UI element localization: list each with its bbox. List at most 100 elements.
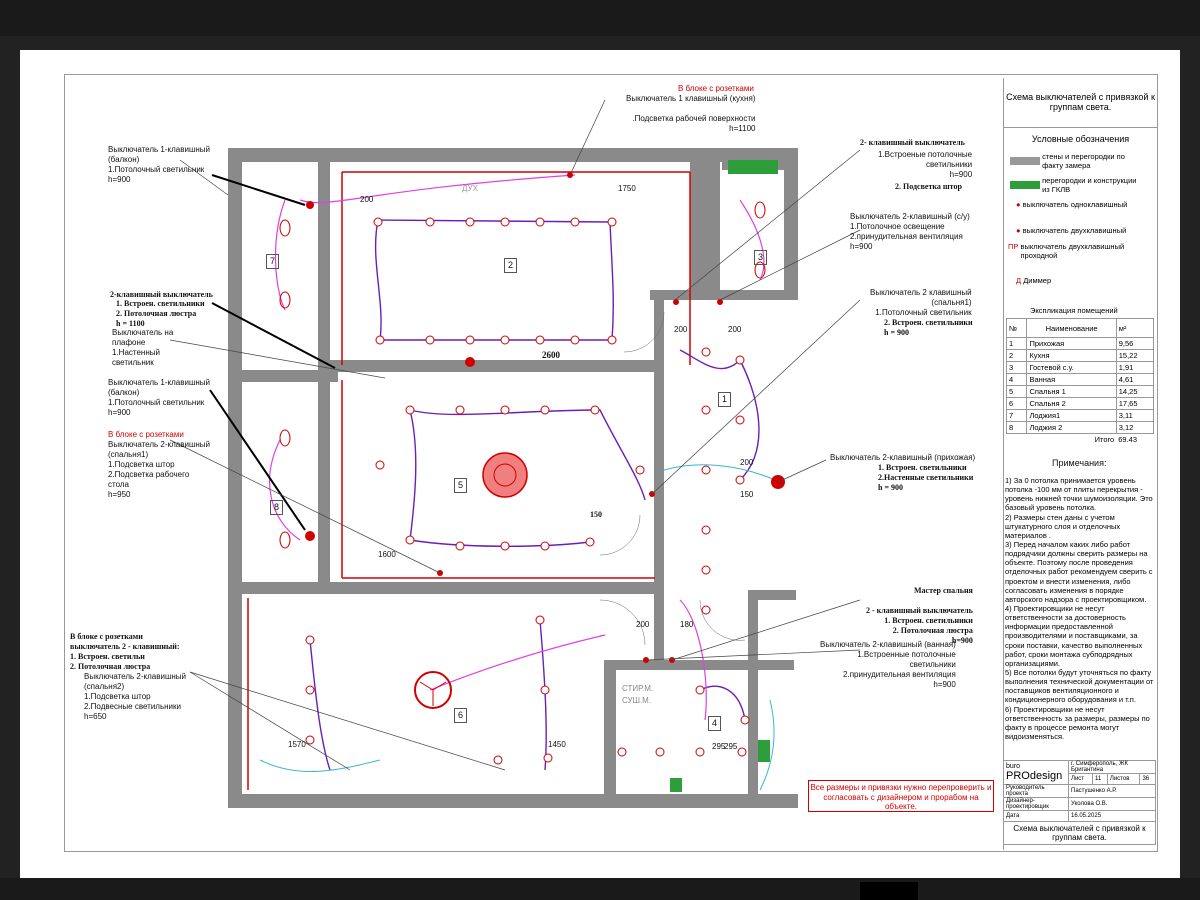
room-number-1: 1 bbox=[718, 392, 732, 408]
dim-1750: 1750 bbox=[618, 184, 636, 193]
two-key-switch-icon: ● bbox=[1016, 226, 1021, 235]
cell: 17,65 bbox=[1115, 397, 1155, 410]
su-switch-note: Выключатель 2-клавишный (с/у) 1.Потолочн… bbox=[850, 212, 970, 251]
dryer-label: СУШ.М. bbox=[622, 696, 652, 705]
gkl-swatch bbox=[1010, 181, 1040, 189]
legend-label: Диммер bbox=[1023, 276, 1052, 285]
sheet-title: Схема выключателей с привязкой к группам… bbox=[1004, 78, 1157, 128]
total-value: 69.43 bbox=[1118, 435, 1138, 444]
viewer-bottom-block bbox=[860, 882, 918, 900]
stamp-bottom-title: Схема выключателей с привязкой к группам… bbox=[1003, 821, 1156, 845]
washer-label: СТИР.М. bbox=[622, 684, 654, 693]
dim-200-su-a: 200 bbox=[674, 325, 688, 334]
note-item: 6) Проектировщики не несут ответственнос… bbox=[1005, 704, 1150, 741]
dim-180: 180 bbox=[680, 620, 694, 629]
table-row: 8 Лоджия 2 3,12 bbox=[1005, 421, 1155, 434]
note-item: 1) За 0 потолка принимается уровень пото… bbox=[1005, 476, 1153, 513]
note-item: 5) Все потолки будут уточняться по факту… bbox=[1005, 667, 1154, 705]
note-item: 3) Перед началом каких либо работ подряд… bbox=[1005, 539, 1153, 604]
cell: Прихожая bbox=[1026, 337, 1117, 350]
bed1-sockets-head: В блоке с розетками bbox=[108, 430, 184, 439]
room-table: № Наименование м² 1 Прихожая 9,56 2 Кухня 15… bbox=[1005, 318, 1155, 446]
cell: Спальня 2 bbox=[1026, 397, 1117, 410]
sheet-label: Лист bbox=[1068, 773, 1093, 785]
oven-label: ДУХ bbox=[462, 184, 478, 193]
two-key-switch-note: 1.Встроеные потолочные светильники h=900 bbox=[878, 150, 973, 179]
dim-295-b: 295 bbox=[724, 742, 738, 751]
cell: 6 bbox=[1005, 397, 1028, 410]
chandelier-bedroom1 bbox=[482, 452, 528, 498]
wall-swatch bbox=[1010, 157, 1040, 165]
dim-200-hall: 200 bbox=[740, 458, 754, 467]
cell: Лоджия1 bbox=[1026, 409, 1117, 422]
dim-1570: 1570 bbox=[288, 740, 306, 749]
cell: 4 bbox=[1005, 373, 1028, 386]
balcony1-switch-note: Выключатель 1-клавишный (балкон) 1.Потол… bbox=[108, 145, 211, 184]
table-row: 6 Спальня 2 17,65 bbox=[1005, 397, 1155, 410]
sheet-number: 11 bbox=[1091, 773, 1108, 785]
dim-150-hall: 150 bbox=[740, 490, 754, 499]
table-row: 3 Гостевой с.у. 1,91 bbox=[1005, 361, 1155, 374]
dim-200-door: 200 bbox=[636, 620, 650, 629]
sheets-total: 36 bbox=[1139, 773, 1156, 785]
company-logo: buro PROdesign bbox=[1003, 760, 1069, 785]
bed2-sockets-head: В блоке с розетками выключатель 2 - клав… bbox=[70, 632, 180, 671]
cell: 1 bbox=[1005, 337, 1028, 350]
legend-label: выключатель одноклавишный bbox=[1022, 200, 1128, 209]
dim-2600: 2600 bbox=[542, 350, 560, 360]
cell bbox=[1007, 434, 1027, 446]
table-row: 4 Ванная 4,61 bbox=[1005, 373, 1155, 386]
room-table-heading: Экспликация помещений bbox=[1030, 306, 1118, 315]
curtain-light-note: 2. Подсветка штор bbox=[895, 182, 962, 191]
cell: 14,25 bbox=[1115, 385, 1155, 398]
kitchen-switch-note: Выключатель 1 клавишный (кухня) .Подсвет… bbox=[626, 94, 756, 133]
cell: Лоджия 2 bbox=[1026, 421, 1117, 434]
designer-name: Уколова О.В. bbox=[1068, 797, 1156, 811]
balcony2-switch-note: Выключатель 1-клавишный (балкон) 1.Потол… bbox=[108, 378, 211, 417]
sheets-label: Листов bbox=[1106, 773, 1141, 785]
cell: 1,91 bbox=[1115, 361, 1155, 374]
one-key-switch-icon: ● bbox=[1016, 200, 1021, 209]
dim-200-su-b: 200 bbox=[728, 325, 742, 334]
cell: 2 bbox=[1005, 349, 1028, 362]
room-number-8: 8 bbox=[270, 500, 284, 516]
col-number: № bbox=[1005, 318, 1028, 338]
room-table-header: № Наименование м² bbox=[1005, 318, 1155, 338]
cell: Ванная bbox=[1026, 373, 1117, 386]
notes: 1) За 0 потолка принимается уровень пото… bbox=[1005, 476, 1155, 741]
notes-heading: Примечания: bbox=[1052, 458, 1107, 468]
table-row: 1 Прихожая 9,56 bbox=[1005, 337, 1155, 350]
cell: 15,22 bbox=[1115, 349, 1155, 362]
room-number-3: 3 bbox=[754, 250, 768, 266]
note-item: 2) Размеры стен даны с учетом штукатурно… bbox=[1005, 512, 1121, 540]
table-row: 2 Кухня 15,22 bbox=[1005, 349, 1155, 362]
logo-top: buro bbox=[1006, 763, 1021, 770]
cell: 8 bbox=[1005, 421, 1028, 434]
col-area: м² bbox=[1115, 318, 1155, 338]
cell: 3,11 bbox=[1115, 409, 1155, 422]
room-number-6: 6 bbox=[454, 708, 468, 724]
lead-label: Руководитель проекта bbox=[1003, 784, 1069, 798]
bed1-left-switch-note: 1. Встроен. светильники 2. Потолочная лю… bbox=[116, 299, 205, 328]
cell: Кухня bbox=[1026, 349, 1117, 362]
chandelier-bedroom2 bbox=[414, 671, 452, 709]
hall-switch-extra: 1. Встроен. светильники 2.Настенные свет… bbox=[878, 463, 974, 492]
table-row: 7 Лоджия1 3,11 bbox=[1005, 409, 1155, 422]
dim-1600: 1600 bbox=[378, 550, 396, 559]
cell: 9,56 bbox=[1115, 337, 1155, 350]
bed1-two-key-extra: 2. Встроен. светильники h = 900 bbox=[884, 318, 973, 337]
legend-heading: Условные обозначения bbox=[1031, 134, 1130, 144]
room-number-7: 7 bbox=[266, 254, 280, 270]
date: 16.05.2025 bbox=[1068, 810, 1156, 822]
col-name: Наименование bbox=[1026, 318, 1117, 338]
cell: 7 bbox=[1005, 409, 1028, 422]
bed1-two-key-note: Выключатель 2 клавишный (спальня1) 1.Пот… bbox=[870, 288, 972, 317]
plafond-switch-note: Выключатель на плафоне 1.Настенный свети… bbox=[112, 328, 174, 367]
light-groups bbox=[309, 219, 760, 771]
logo-main: PROdesign bbox=[1006, 770, 1063, 782]
cell: Спальня 1 bbox=[1026, 385, 1117, 398]
cell: 3 bbox=[1005, 361, 1028, 374]
designer-label: Дизайнер-проектировщик bbox=[1003, 797, 1069, 811]
stamp-table: buro PROdesign г. Симферополь, ЖК Бриган… bbox=[1003, 760, 1156, 845]
note-item: 4) Проектировщики не несут ответственнос… bbox=[1005, 603, 1143, 668]
